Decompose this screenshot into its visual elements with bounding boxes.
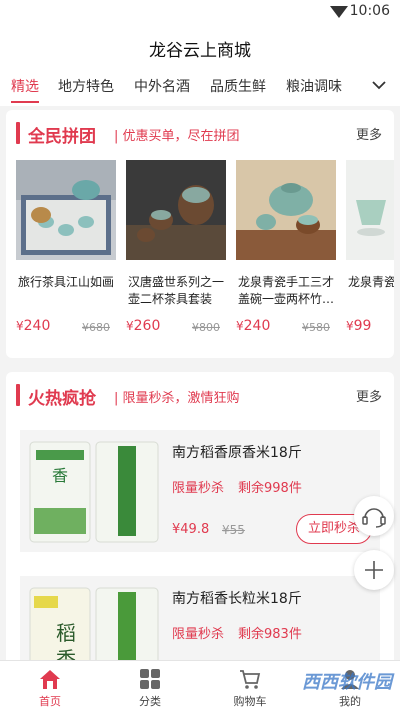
flash-sale-item[interactable]: 香 南方稻香原香米18斤 限量秒杀 剩余998件 ¥49.8 ¥55 立即秒杀: [20, 430, 380, 552]
section-subtitle: | 限量秒杀，激情狂购: [114, 391, 240, 406]
tab-featured[interactable]: 精选: [11, 76, 39, 96]
stock-remaining: 剩余983件: [238, 627, 302, 642]
more-link[interactable]: 更多: [356, 386, 382, 405]
cart-icon: [240, 670, 261, 689]
tab-famous-wine[interactable]: 中外名酒: [134, 76, 190, 96]
section-marker: [16, 384, 20, 406]
tab-grain-oil[interactable]: 粮油调味: [286, 76, 342, 96]
category-tabs: 精选 地方特色 中外名酒 品质生鲜 粮油调味: [0, 66, 400, 106]
page-title: 龙谷云上商城: [149, 41, 251, 61]
app-header: 龙谷云上商城: [0, 24, 400, 66]
grid-icon: [140, 669, 160, 689]
flash-sale-section: 火热疯抢 | 限量秒杀，激情狂购 更多 香 南方稻香原香米18斤 限量秒杀 剩余…: [6, 372, 394, 672]
nav-cart[interactable]: 购物车: [200, 661, 300, 710]
section-title: 全民拼团: [28, 127, 96, 147]
product-image: [346, 160, 394, 260]
tab-local-specialty[interactable]: 地方特色: [58, 76, 114, 96]
add-button[interactable]: [354, 550, 394, 590]
product-price: ¥260: [126, 318, 161, 334]
product-card[interactable]: 龙泉青瓷杯三色 ¥99: [346, 160, 394, 350]
stock-remaining: 剩余998件: [238, 481, 302, 496]
home-icon: [40, 670, 60, 689]
product-name: 龙泉青瓷手工三才盖碗一壶两杯竹…: [238, 275, 335, 306]
product-name: 汉唐盛世系列之一壶二杯茶具套装: [128, 275, 225, 306]
headset-icon: [362, 508, 386, 528]
product-price: ¥240: [236, 318, 271, 334]
flash-sale-tag: 限量秒杀: [172, 481, 225, 496]
nav-label: 购物车: [233, 695, 267, 708]
product-image: [236, 160, 336, 260]
product-name: 龙泉青瓷杯三色: [348, 275, 394, 289]
wifi-icon: [330, 6, 348, 18]
product-card[interactable]: 旅行茶具江山如画 ¥240 ¥680: [16, 160, 116, 350]
product-name: 南方稻香长粒米18斤: [172, 591, 302, 607]
plus-icon: [365, 561, 383, 579]
product-name: 旅行茶具江山如画: [18, 275, 115, 289]
product-original-price: ¥580: [302, 321, 330, 334]
product-original-price: ¥800: [192, 321, 220, 334]
tab-active-indicator: [11, 101, 39, 103]
chevron-down-icon[interactable]: [368, 74, 390, 96]
flash-sale-item[interactable]: 稻 香 南方稻香长粒米18斤 限量秒杀 剩余983件: [20, 576, 380, 672]
group-buy-section: 全民拼团 | 优惠买单，尽在拼团 更多 旅行茶具江山如画 ¥240 ¥680 汉…: [6, 110, 394, 358]
nav-category[interactable]: 分类: [100, 661, 200, 710]
product-original-price: ¥680: [82, 321, 110, 334]
product-price: ¥240: [16, 318, 51, 334]
flash-sale-tag: 限量秒杀: [172, 627, 225, 642]
product-card[interactable]: 汉唐盛世系列之一壶二杯茶具套装 ¥260 ¥800: [126, 160, 226, 350]
product-card[interactable]: 龙泉青瓷手工三才盖碗一壶两杯竹… ¥240 ¥580: [236, 160, 336, 350]
section-subtitle: | 优惠买单，尽在拼团: [114, 129, 240, 144]
nav-label: 分类: [139, 695, 161, 708]
watermark-logo: 西西软件园: [302, 672, 392, 693]
product-image: [126, 160, 226, 260]
nav-label: 我的: [339, 695, 361, 708]
more-link[interactable]: 更多: [356, 124, 382, 143]
svg-text:稻: 稻: [56, 621, 76, 645]
nav-home[interactable]: 首页: [0, 661, 100, 710]
product-image: 稻 香: [26, 582, 162, 672]
section-title: 火热疯抢: [28, 389, 96, 409]
product-image: [16, 160, 116, 260]
product-price: ¥99: [346, 318, 372, 334]
product-name: 南方稻香原香米18斤: [172, 445, 302, 461]
nav-label: 首页: [39, 695, 61, 708]
product-original-price: ¥55: [222, 523, 245, 537]
section-marker: [16, 122, 20, 144]
product-image: 香: [26, 436, 162, 546]
status-time: 10:06: [349, 3, 390, 19]
customer-service-button[interactable]: [354, 496, 394, 536]
tab-fresh-food[interactable]: 品质生鲜: [210, 76, 266, 96]
svg-text:香: 香: [52, 466, 68, 485]
status-bar: 10:06: [0, 0, 400, 24]
product-price: ¥49.8: [172, 522, 210, 537]
